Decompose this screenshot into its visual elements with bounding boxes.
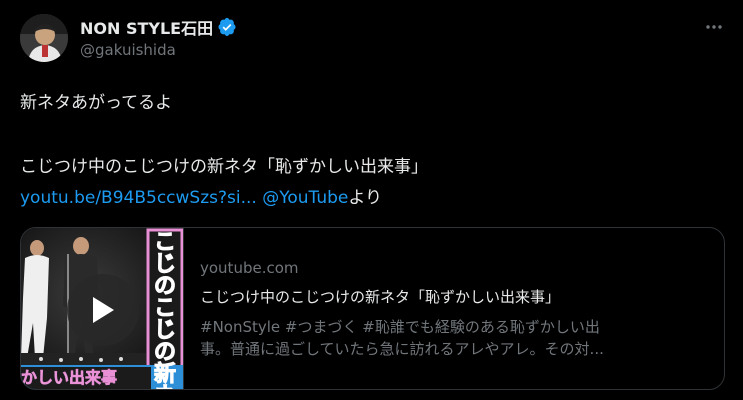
link-card[interactable]: こじのこじの新ネ かしい出来事 youtube.com こじつけ中のこじつけの新…	[20, 227, 725, 390]
tweet-text-line1: 新ネタあがってるよ	[20, 93, 173, 113]
play-icon[interactable]	[67, 274, 139, 346]
tweet: NON STYLE石田 @gakuishida 新ネタあがってるよ こじつけ中の…	[0, 0, 743, 400]
tweet-suffix: より	[348, 188, 383, 208]
author-handle[interactable]: @gakuishida	[80, 41, 176, 59]
verified-badge-icon	[217, 17, 237, 37]
tweet-text-line3: youtu.be/B94B5ccwSzs?si... @YouTubeより	[20, 183, 382, 208]
tweet-link[interactable]: youtu.be/B94B5ccwSzs?si...	[20, 188, 257, 208]
display-name[interactable]: NON STYLE石田	[80, 15, 213, 39]
video-thumbnail[interactable]: こじのこじの新ネ かしい出来事	[21, 228, 184, 389]
card-domain: youtube.com	[200, 259, 299, 277]
author-name-row[interactable]: NON STYLE石田	[80, 16, 237, 38]
tweet-text-line2: こじつけ中のこじつけの新ネタ「恥ずかしい出来事」	[20, 157, 428, 177]
avatar[interactable]	[20, 14, 68, 62]
card-description-line2: 事。普通に過ごしていたら急に訪れるアレやアレ。その対...	[200, 340, 604, 358]
thumbnail-caption: かしい出来事	[21, 368, 118, 388]
card-title[interactable]: こじつけ中のこじつけの新ネタ「恥ずかしい出来事」	[200, 286, 560, 307]
more-horizontal-icon[interactable]	[703, 16, 725, 38]
card-text[interactable]: youtube.com こじつけ中のこじつけの新ネタ「恥ずかしい出来事」 #No…	[184, 228, 724, 389]
thumbnail-vertical-title: こじのこじの新ネ	[153, 230, 176, 389]
mention-link[interactable]: @YouTube	[262, 188, 348, 208]
card-description-line1: #NonStyle #つまづく #恥誰でも経験のある恥ずかしい出	[200, 318, 600, 336]
card-description: #NonStyle #つまづく #恥誰でも経験のある恥ずかしい出 事。普通に過ご…	[200, 316, 710, 360]
